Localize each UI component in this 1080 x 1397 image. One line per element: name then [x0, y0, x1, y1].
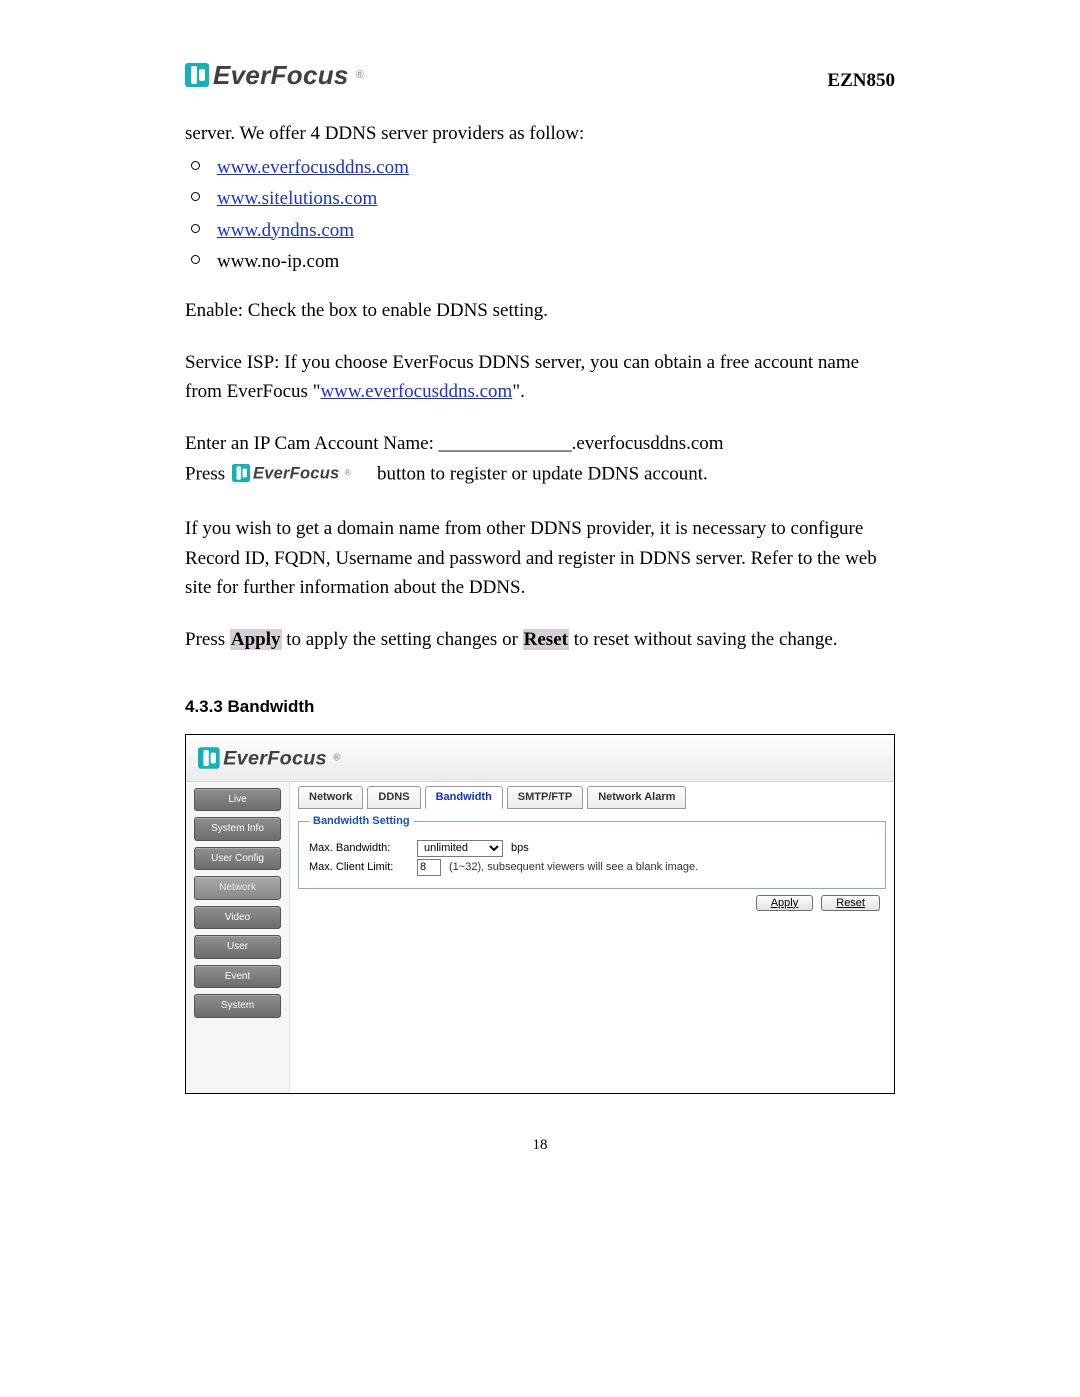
sidebar-item-user-config[interactable]: User Config	[194, 847, 281, 871]
enable-text: Enable: Check the box to enable DDNS set…	[185, 296, 895, 325]
press-prefix: Press	[185, 464, 230, 485]
registered-icon: ®	[345, 467, 351, 480]
group-legend: Bandwidth Setting	[309, 813, 414, 830]
sidebar-item-event[interactable]: Event	[194, 965, 281, 989]
ui-topbar: EverFocus ®	[186, 735, 894, 781]
everfocus-mark-icon	[198, 748, 220, 770]
ddns-link-dyndns[interactable]: www.dyndns.com	[217, 220, 354, 241]
everfocus-logo: EverFocus ®	[185, 55, 364, 95]
model-number: EZN850	[827, 66, 895, 95]
bandwidth-unit: bps	[511, 840, 529, 857]
reset-button[interactable]: Reset	[821, 895, 880, 911]
press-suffix: button to register or update DDNS accoun…	[377, 464, 708, 485]
apply-reset-text: Press Apply to apply the setting changes…	[185, 625, 895, 654]
section-heading-bandwidth: 4.3.3 Bandwidth	[185, 694, 895, 720]
tab-smtp-ftp[interactable]: SMTP/FTP	[507, 786, 583, 809]
other-provider-text: If you wish to get a domain name from ot…	[185, 514, 895, 602]
bandwidth-ui-frame: EverFocus ® Live System Info User Config…	[185, 734, 895, 1094]
sidebar-item-system[interactable]: System	[194, 994, 281, 1018]
tab-network[interactable]: Network	[298, 786, 363, 809]
max-client-limit-label: Max. Client Limit:	[309, 859, 409, 876]
registered-icon: ®	[333, 751, 340, 766]
service-isp-link[interactable]: www.everfocusddns.com	[320, 381, 512, 402]
client-limit-hint: (1~32), subsequent viewers will see a bl…	[449, 859, 698, 876]
page-number: 18	[185, 1134, 895, 1157]
inline-brand-word: EverFocus	[253, 460, 339, 486]
tab-network-alarm[interactable]: Network Alarm	[587, 786, 686, 809]
sidebar-item-user[interactable]: User	[194, 935, 281, 959]
ddns-link-everfocus[interactable]: www.everfocusddns.com	[217, 157, 409, 178]
ui-brand-word: EverFocus	[223, 743, 327, 774]
tab-ddns[interactable]: DDNS	[367, 786, 420, 809]
apply-word: Apply	[230, 629, 282, 650]
max-bandwidth-label: Max. Bandwidth:	[309, 840, 409, 857]
max-client-limit-input[interactable]	[417, 859, 441, 876]
ui-main-pane: Network DDNS Bandwidth SMTP/FTP Network …	[290, 782, 894, 1094]
everfocus-mark-icon	[232, 464, 250, 482]
brand-word: EverFocus	[213, 55, 349, 95]
ddns-link-noip: www.no-ip.com	[217, 251, 339, 272]
max-bandwidth-select[interactable]: unlimited	[417, 840, 503, 857]
intro-text: server. We offer 4 DDNS server providers…	[185, 119, 895, 148]
sidebar-item-video[interactable]: Video	[194, 906, 281, 930]
service-isp-text: Service ISP: If you choose EverFocus DDN…	[185, 348, 895, 407]
registered-icon: ®	[356, 67, 364, 84]
inline-everfocus-button[interactable]: EverFocus ®	[232, 460, 351, 486]
account-entry-label: Enter an IP Cam Account Name: __________…	[185, 433, 724, 454]
bandwidth-setting-group: Bandwidth Setting Max. Bandwidth: unlimi…	[298, 813, 886, 889]
sidebar-item-system-info[interactable]: System Info	[194, 817, 281, 841]
account-entry-block: Enter an IP Cam Account Name: __________…	[185, 429, 895, 493]
ui-logo: EverFocus ®	[198, 743, 340, 774]
reset-word: Reset	[523, 629, 569, 650]
apply-button[interactable]: Apply	[756, 895, 814, 911]
page-header: EverFocus ® EZN850	[185, 55, 895, 95]
ddns-provider-list: www.everfocusddns.com www.sitelutions.co…	[185, 153, 895, 277]
ui-sidebar: Live System Info User Config Network Vid…	[186, 782, 290, 1094]
sidebar-item-live[interactable]: Live	[194, 788, 281, 812]
tab-bandwidth[interactable]: Bandwidth	[425, 786, 503, 809]
sidebar-item-network[interactable]: Network	[194, 876, 281, 900]
everfocus-mark-icon	[185, 63, 209, 87]
ddns-link-sitelutions[interactable]: www.sitelutions.com	[217, 188, 377, 209]
ui-tabs: Network DDNS Bandwidth SMTP/FTP Network …	[298, 786, 886, 809]
